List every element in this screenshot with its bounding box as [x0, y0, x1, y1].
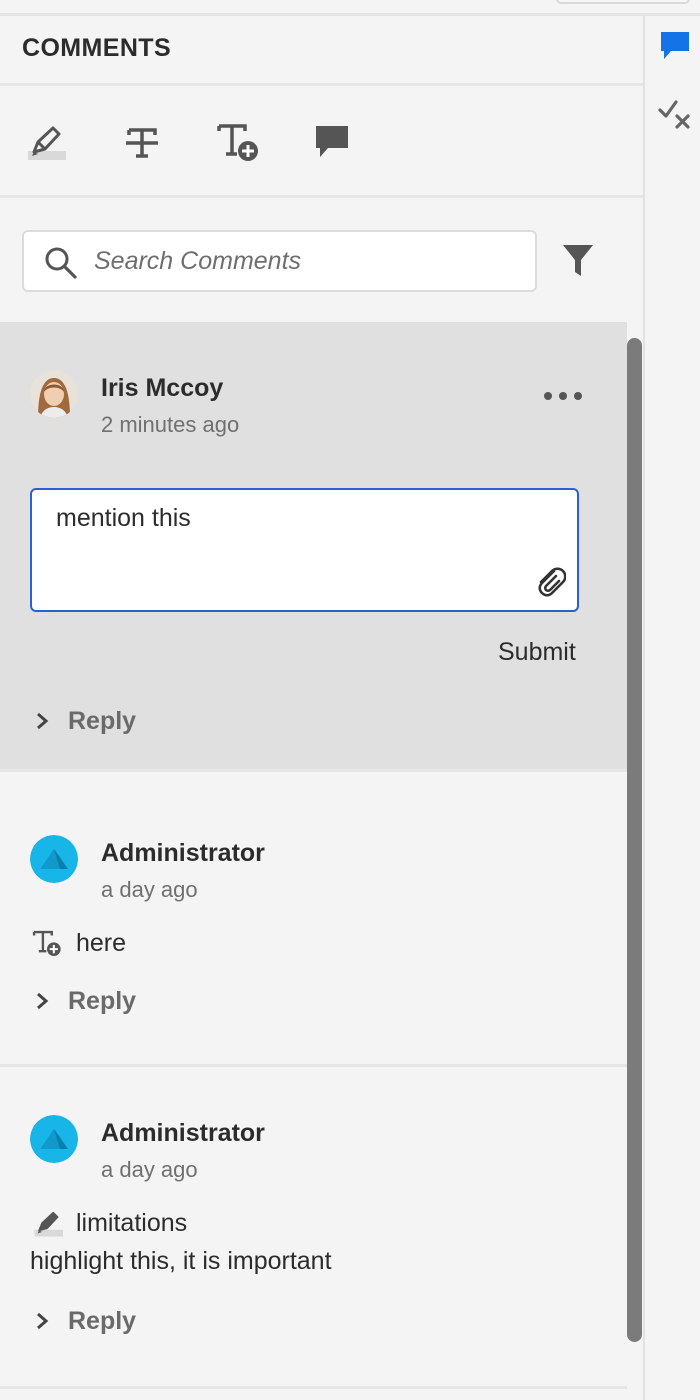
more-options-button[interactable] — [540, 384, 586, 408]
comments-rail-button[interactable] — [657, 30, 693, 66]
annotation-text: limitations — [76, 1208, 188, 1237]
comment-time: a day ago — [101, 877, 198, 902]
comment-editor-text[interactable]: mention this — [56, 504, 191, 533]
comment-editor[interactable]: mention this — [30, 488, 579, 612]
comment-author: Iris Mccoy — [101, 374, 224, 402]
search-row — [0, 198, 643, 322]
filter-icon — [561, 242, 595, 283]
avatar — [30, 370, 78, 418]
chevron-right-icon — [30, 709, 54, 733]
top-strip — [0, 0, 700, 16]
attach-file-button[interactable] — [531, 564, 567, 600]
annotation-text: here — [76, 928, 127, 957]
comments-panel: COMMENTS Search Comments Iris Mccoy 2 mi… — [0, 16, 645, 1400]
highlight-icon — [30, 1207, 66, 1239]
search-box — [22, 230, 537, 292]
review-rail-button[interactable] — [657, 98, 693, 134]
annotation-reference: here — [30, 927, 126, 959]
comment-body: highlight this, it is important — [30, 1247, 332, 1275]
panel-title: COMMENTS — [22, 34, 172, 62]
comment-list: Iris Mccoy 2 minutes ago mention this Su… — [0, 322, 627, 1400]
submit-button[interactable]: Submit — [490, 636, 584, 669]
scrollbar[interactable] — [627, 322, 643, 1400]
annotation-toolbar — [0, 86, 643, 198]
reply-toggle[interactable]: Reply — [30, 1305, 136, 1337]
filter-button[interactable] — [556, 242, 600, 282]
chevron-right-icon — [30, 989, 54, 1013]
annotation-reference: limitations — [30, 1207, 187, 1239]
avatar — [30, 835, 78, 883]
comment-author: Administrator — [101, 1119, 265, 1147]
sticky-note-icon — [312, 122, 352, 167]
comment-card[interactable]: Administrator a day ago here Reply — [0, 787, 627, 1067]
dot — [559, 392, 567, 400]
insert-text-icon — [30, 927, 66, 959]
comment-card[interactable]: Administrator a day ago limitations high… — [0, 1067, 627, 1389]
review-checkmark-icon — [657, 96, 693, 137]
sticky-note-tool-button[interactable] — [308, 122, 356, 166]
avatar — [30, 1115, 78, 1163]
highlight-tool-button[interactable] — [22, 122, 70, 166]
comment-card-active[interactable]: Iris Mccoy 2 minutes ago mention this Su… — [0, 322, 627, 772]
right-rail — [645, 16, 700, 1400]
reply-toggle[interactable]: Reply — [30, 985, 136, 1017]
highlight-icon — [24, 122, 68, 167]
search-input[interactable] — [94, 242, 524, 280]
search-icon — [44, 246, 78, 285]
strikethrough-icon — [122, 122, 162, 167]
reply-label: Reply — [68, 706, 137, 735]
chevron-right-icon — [30, 1309, 54, 1333]
insert-text-icon — [215, 120, 261, 169]
comment-icon — [658, 29, 692, 68]
top-tab-edge — [556, 0, 690, 4]
dot — [544, 392, 552, 400]
comment-time: 2 minutes ago — [101, 412, 240, 437]
reply-label: Reply — [68, 986, 137, 1015]
comment-time: a day ago — [101, 1157, 198, 1182]
panel-header: COMMENTS — [0, 16, 643, 86]
scrollbar-thumb[interactable] — [627, 338, 642, 1342]
insert-text-tool-button[interactable] — [214, 122, 262, 166]
dot — [574, 392, 582, 400]
paperclip-icon — [532, 563, 567, 602]
reply-label: Reply — [68, 1306, 137, 1335]
strikethrough-tool-button[interactable] — [118, 122, 166, 166]
comment-author: Administrator — [101, 839, 265, 867]
reply-toggle[interactable]: Reply — [30, 705, 136, 737]
